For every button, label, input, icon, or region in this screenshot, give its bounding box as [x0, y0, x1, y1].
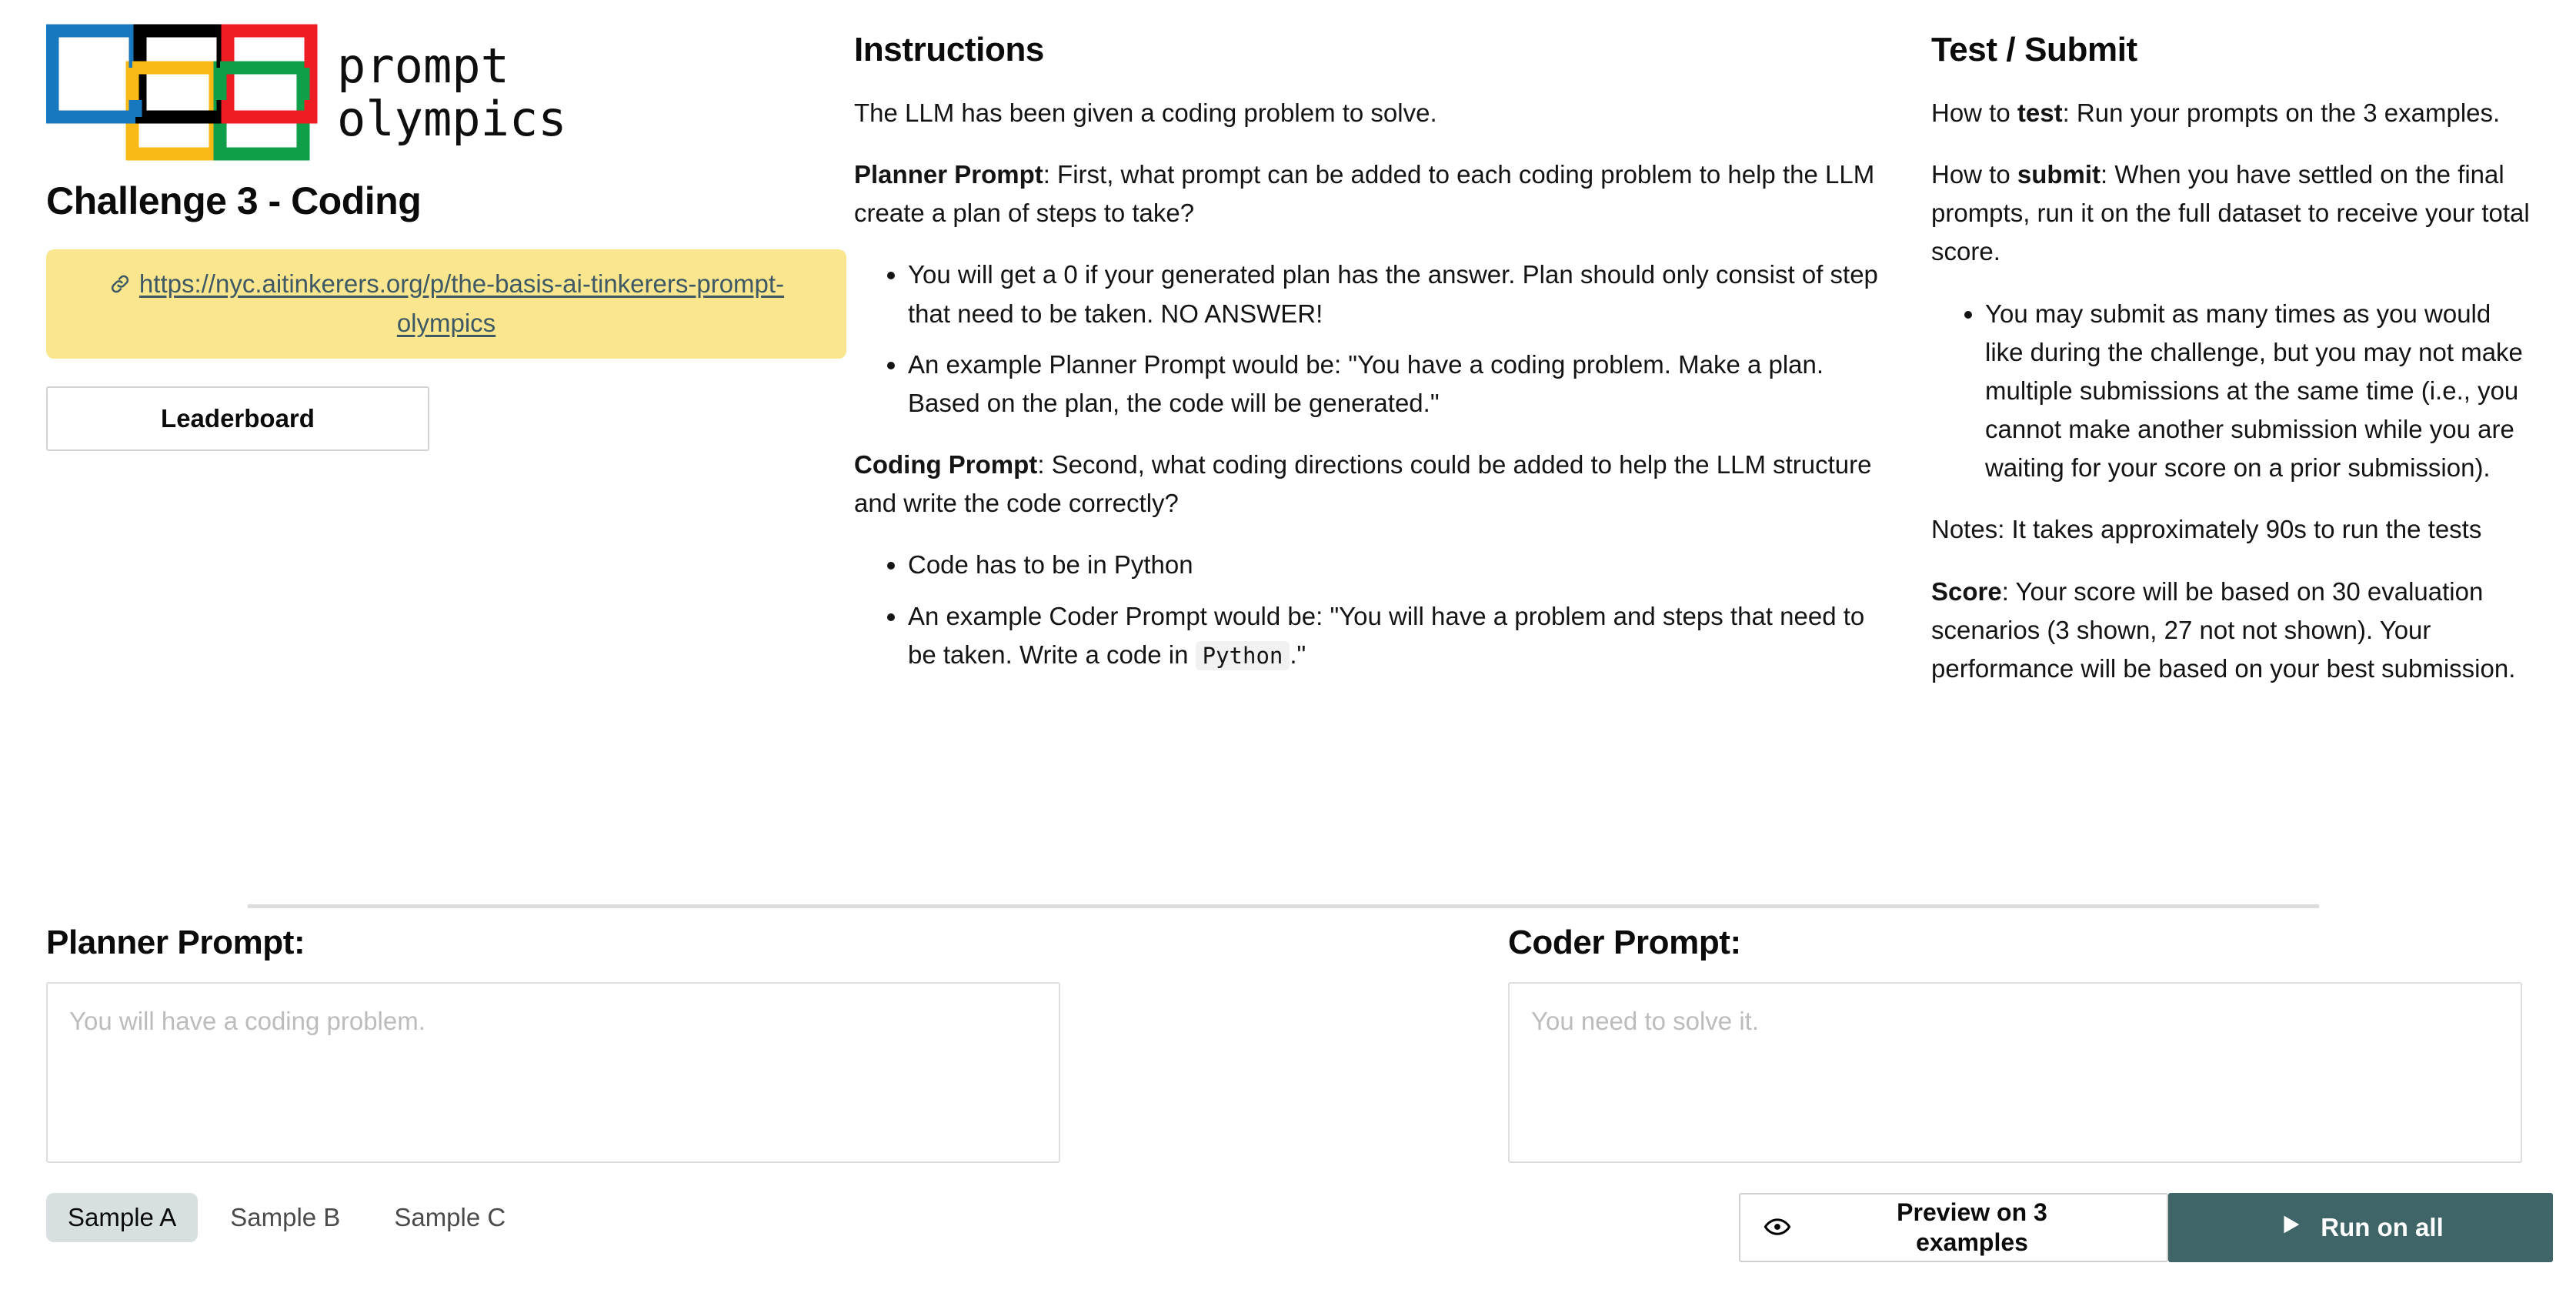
brand-wordmark: prompt olympics	[337, 37, 567, 147]
page-title: Challenge 3 - Coding	[46, 179, 422, 222]
section-divider	[248, 904, 2319, 908]
coder-prompt-panel: Coder Prompt: Preview on 3examples Run o…	[1508, 924, 2576, 1293]
run-on-all-label: Run on all	[2321, 1213, 2444, 1241]
preview-label-line2: examples	[1916, 1228, 2028, 1256]
prompt-editor-region: Planner Prompt: Sample A Sample B Sample…	[0, 924, 2576, 1293]
python-code-chip: Python	[1195, 640, 1290, 670]
planner-prompt-panel: Planner Prompt: Sample A Sample B Sample…	[0, 924, 1508, 1293]
sample-tab-a[interactable]: Sample A	[46, 1193, 199, 1242]
run-on-all-button[interactable]: Run on all	[2168, 1193, 2553, 1262]
coding-prompt-label: Coding Prompt	[854, 450, 1038, 479]
submit-bullet-list: You may submit as many times as you woul…	[1931, 295, 2530, 488]
brand-line-1: prompt	[337, 37, 509, 94]
instructions-heading: Instructions	[854, 31, 1044, 68]
eye-icon	[1763, 1213, 1791, 1243]
list-item: You may submit as many times as you woul…	[1985, 295, 2530, 488]
play-icon	[2277, 1211, 2304, 1244]
how-to-submit-label: submit	[2017, 160, 2101, 189]
brand-header: prompt olympics	[46, 23, 854, 162]
coding-prompt-paragraph: Coding Prompt: Second, what coding direc…	[854, 446, 1885, 523]
sample-tab-b[interactable]: Sample B	[209, 1193, 362, 1242]
coder-prompt-heading: Coder Prompt:	[1508, 924, 1741, 961]
list-item: Code has to be in Python	[908, 546, 1885, 584]
list-item: An example Planner Prompt would be: "You…	[908, 346, 1885, 423]
coder-example-pre: An example Coder Prompt would be: "You w…	[908, 601, 1865, 669]
score-text: : Your score will be based on 30 evaluat…	[1931, 576, 2516, 683]
preview-button[interactable]: Preview on 3 examples	[1739, 1193, 2168, 1262]
coder-example-post: ."	[1290, 640, 1306, 669]
leaderboard-button[interactable]: Leaderboard	[46, 386, 429, 451]
how-to-test-prefix: How to	[1931, 99, 2017, 127]
list-item: You will get a 0 if your generated plan …	[908, 256, 1885, 332]
test-submit-heading: Test / Submit	[1931, 31, 2137, 68]
brand-line-2: olympics	[337, 91, 567, 147]
how-to-submit-prefix: How to	[1931, 160, 2017, 189]
test-submit-column: Test / Submit How to test: Run your prom…	[1931, 0, 2576, 688]
event-link-inner: https://nyc.aitinkerers.org/p/the-basis-…	[72, 266, 820, 342]
planner-bullet-list: You will get a 0 if your generated plan …	[854, 256, 1885, 423]
instructions-intro: The LLM has been given a coding problem …	[854, 99, 1437, 127]
sample-tab-c[interactable]: Sample C	[372, 1193, 527, 1242]
how-to-test-label: test	[2017, 99, 2063, 127]
coder-prompt-input[interactable]	[1508, 982, 2522, 1163]
planner-prompt-heading: Planner Prompt:	[46, 924, 305, 961]
how-to-test-text: : Run your prompts on the 3 examples.	[2062, 99, 2501, 127]
event-link-card: https://nyc.aitinkerers.org/p/the-basis-…	[46, 249, 846, 359]
how-to-test-paragraph: How to test: Run your prompts on the 3 e…	[1931, 94, 2530, 132]
left-column: prompt olympics Challenge 3 - Coding htt…	[0, 0, 854, 451]
preview-button-label: Preview on 3 examples	[1791, 1198, 2153, 1258]
planner-prompt-input[interactable]	[46, 982, 1060, 1163]
preview-label-line1: Preview on 3	[1897, 1198, 2047, 1226]
coding-bullet-list: Code has to be in Python An example Code…	[854, 546, 1885, 673]
sample-tabs: Sample A Sample B Sample C	[46, 1193, 1508, 1242]
score-label: Score	[1931, 576, 2002, 606]
olympic-squares-logo-icon	[46, 23, 323, 162]
notes-paragraph: Notes: It takes approximately 90s to run…	[1931, 515, 2482, 544]
top-region: prompt olympics Challenge 3 - Coding htt…	[0, 0, 2576, 904]
list-item: An example Coder Prompt would be: "You w…	[908, 597, 1885, 674]
link-icon	[108, 269, 132, 306]
event-link[interactable]: https://nyc.aitinkerers.org/p/the-basis-…	[139, 269, 784, 337]
how-to-submit-paragraph: How to submit: When you have settled on …	[1931, 155, 2530, 271]
planner-prompt-paragraph: Planner Prompt: First, what prompt can b…	[854, 155, 1885, 232]
instructions-column: Instructions The LLM has been given a co…	[854, 0, 1931, 697]
planner-prompt-label: Planner Prompt	[854, 160, 1043, 189]
action-buttons-row: Preview on 3 examples Run on all	[1508, 1193, 2576, 1262]
score-paragraph: Score: Your score will be based on 30 ev…	[1931, 573, 2530, 688]
